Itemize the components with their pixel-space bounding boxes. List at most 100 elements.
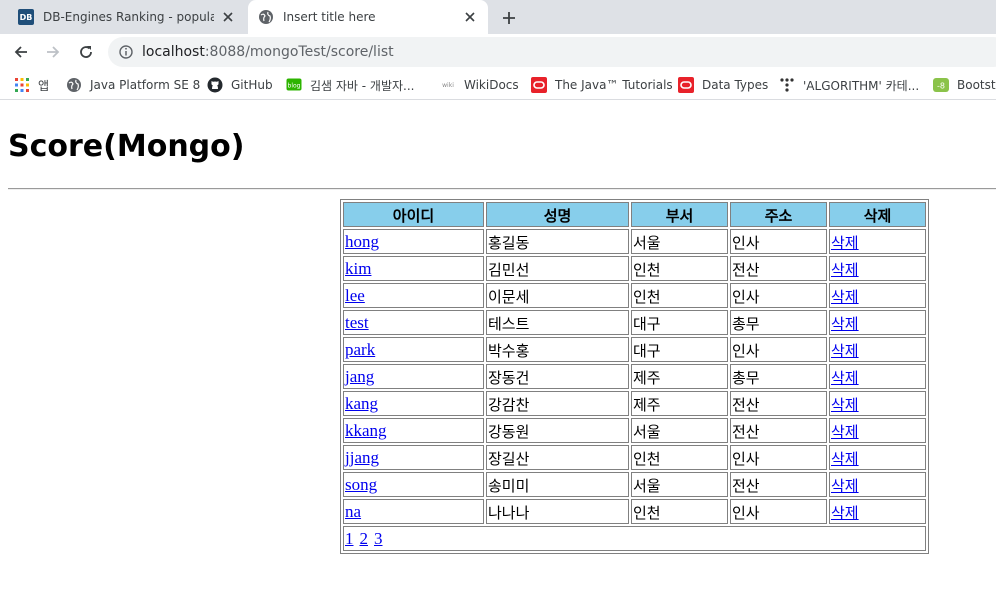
forward-button[interactable] — [43, 42, 63, 62]
bookmark-bootstrap[interactable]: -8 Bootstra — [933, 76, 996, 94]
row-delete-link[interactable]: 삭제 — [831, 369, 859, 387]
table-cell: 제주 — [631, 364, 728, 389]
reload-icon — [80, 46, 92, 58]
bookmark-label: WikiDocs — [464, 78, 519, 92]
row-name: 장길산 — [488, 449, 530, 468]
browser-toolbar: localhost:8088/mongoTest/score/list — [0, 34, 996, 70]
reload-button[interactable] — [76, 42, 96, 62]
tab-db-engines[interactable]: DB DB-Engines Ranking - popularity — [8, 0, 246, 34]
table-row: kim 김민선 인천 전산 삭제 — [343, 256, 926, 281]
back-button[interactable] — [11, 42, 31, 62]
row-id-link[interactable]: kim — [345, 259, 371, 278]
bookmark-github[interactable]: GitHub — [207, 76, 273, 94]
row-id-link[interactable]: lee — [345, 286, 365, 305]
tab-strip: DB DB-Engines Ranking - popularity Inser… — [0, 0, 996, 34]
row-delete-link[interactable]: 삭제 — [831, 477, 859, 495]
oracle-icon — [531, 77, 547, 93]
row-delete-link[interactable]: 삭제 — [831, 315, 859, 333]
row-id-link[interactable]: park — [345, 340, 375, 359]
row-delete-link[interactable]: 삭제 — [831, 423, 859, 441]
table-cell: 대구 — [631, 337, 728, 362]
row-delete-link[interactable]: 삭제 — [831, 504, 859, 522]
row-name: 장동건 — [488, 368, 530, 387]
table-cell: 강감찬 — [486, 391, 629, 416]
info-icon[interactable] — [118, 44, 134, 60]
table-row: jang 장동건 제주 총무 삭제 — [343, 364, 926, 389]
table-row: kkang 강동원 서울 전산 삭제 — [343, 418, 926, 443]
row-id-link[interactable]: jang — [345, 367, 374, 386]
table-cell: 삭제 — [829, 391, 926, 416]
row-addr: 인사 — [732, 503, 760, 522]
row-dept: 대구 — [633, 314, 661, 333]
table-cell: 제주 — [631, 391, 728, 416]
table-cell: 삭제 — [829, 364, 926, 389]
page-link[interactable]: 1 — [345, 529, 354, 548]
row-delete-link[interactable]: 삭제 — [831, 342, 859, 360]
table-row: park 박수홍 대구 인사 삭제 — [343, 337, 926, 362]
table-cell: 전산 — [730, 391, 827, 416]
bookmark-label: Java Platform SE 8 — [90, 78, 201, 92]
table-cell: kim — [343, 256, 484, 281]
table-cell: 삭제 — [829, 256, 926, 281]
row-dept: 서울 — [633, 422, 661, 441]
page-link[interactable]: 2 — [360, 529, 369, 548]
bookmark-java-tutorials[interactable]: The Java™ Tutorials — [531, 76, 673, 94]
page-content: Score(Mongo) 아이디 성명 부서 주소 삭제 hong 홍길동 서울 인사… — [0, 101, 996, 613]
bookmark-wikidocs[interactable]: wiki WikiDocs — [440, 76, 519, 94]
bookmark-label: 김샘 자바 - 개발자... — [310, 78, 415, 93]
row-id-link[interactable]: na — [345, 502, 361, 521]
table-cell: 박수홍 — [486, 337, 629, 362]
table-cell: 서울 — [631, 418, 728, 443]
bookmark-apps[interactable]: 앱 — [14, 76, 49, 94]
svg-text:wiki: wiki — [442, 82, 454, 89]
row-delete-link[interactable]: 삭제 — [831, 261, 859, 279]
bookmark-java-platform[interactable]: Java Platform SE 8 — [66, 76, 200, 94]
row-dept: 인천 — [633, 449, 661, 468]
url-host: localhost — [142, 44, 205, 60]
bookmark-data-types[interactable]: Data Types — [678, 76, 768, 94]
table-cell: 전산 — [730, 256, 827, 281]
close-icon[interactable] — [462, 9, 478, 25]
table-cell: park — [343, 337, 484, 362]
table-cell: jang — [343, 364, 484, 389]
table-cell: jjang — [343, 445, 484, 470]
table-cell: 인사 — [730, 337, 827, 362]
tab-insert-title[interactable]: Insert title here — [248, 0, 488, 34]
address-bar[interactable]: localhost:8088/mongoTest/score/list — [108, 37, 996, 67]
row-delete-link[interactable]: 삭제 — [831, 450, 859, 468]
row-delete-link[interactable]: 삭제 — [831, 234, 859, 252]
globe-icon — [66, 77, 82, 93]
table-cell: 송미미 — [486, 472, 629, 497]
table-cell: 강동원 — [486, 418, 629, 443]
row-id-link[interactable]: kkang — [345, 421, 387, 440]
table-cell: 김민선 — [486, 256, 629, 281]
table-cell: 인천 — [631, 445, 728, 470]
table-cell: hong — [343, 229, 484, 254]
arrow-right-icon — [47, 46, 60, 58]
row-id-link[interactable]: song — [345, 475, 377, 494]
row-name: 홍길동 — [488, 233, 530, 252]
table-cell: 인사 — [730, 229, 827, 254]
new-tab-button[interactable] — [498, 7, 520, 29]
close-icon[interactable] — [220, 9, 236, 25]
row-id-link[interactable]: test — [345, 313, 369, 332]
row-delete-link[interactable]: 삭제 — [831, 288, 859, 306]
row-delete-link[interactable]: 삭제 — [831, 396, 859, 414]
row-name: 김민선 — [488, 260, 530, 279]
table-cell: song — [343, 472, 484, 497]
table-cell: 장길산 — [486, 445, 629, 470]
table-cell: kkang — [343, 418, 484, 443]
row-id-link[interactable]: kang — [345, 394, 378, 413]
row-id-link[interactable]: hong — [345, 232, 379, 251]
row-addr: 전산 — [732, 260, 760, 279]
pagination-row: 123 — [343, 526, 926, 551]
table-cell: 홍길동 — [486, 229, 629, 254]
bookmark-algorithm[interactable]: 'ALGORITHM' 카테... — [779, 76, 919, 94]
github-icon — [207, 77, 223, 93]
page-link[interactable]: 3 — [374, 529, 383, 548]
bookmark-blog[interactable]: blog 김샘 자바 - 개발자... — [286, 76, 415, 94]
row-id-link[interactable]: jjang — [345, 448, 379, 467]
row-dept: 인천 — [633, 287, 661, 306]
row-dept: 인천 — [633, 503, 661, 522]
table-cell: 총무 — [730, 364, 827, 389]
